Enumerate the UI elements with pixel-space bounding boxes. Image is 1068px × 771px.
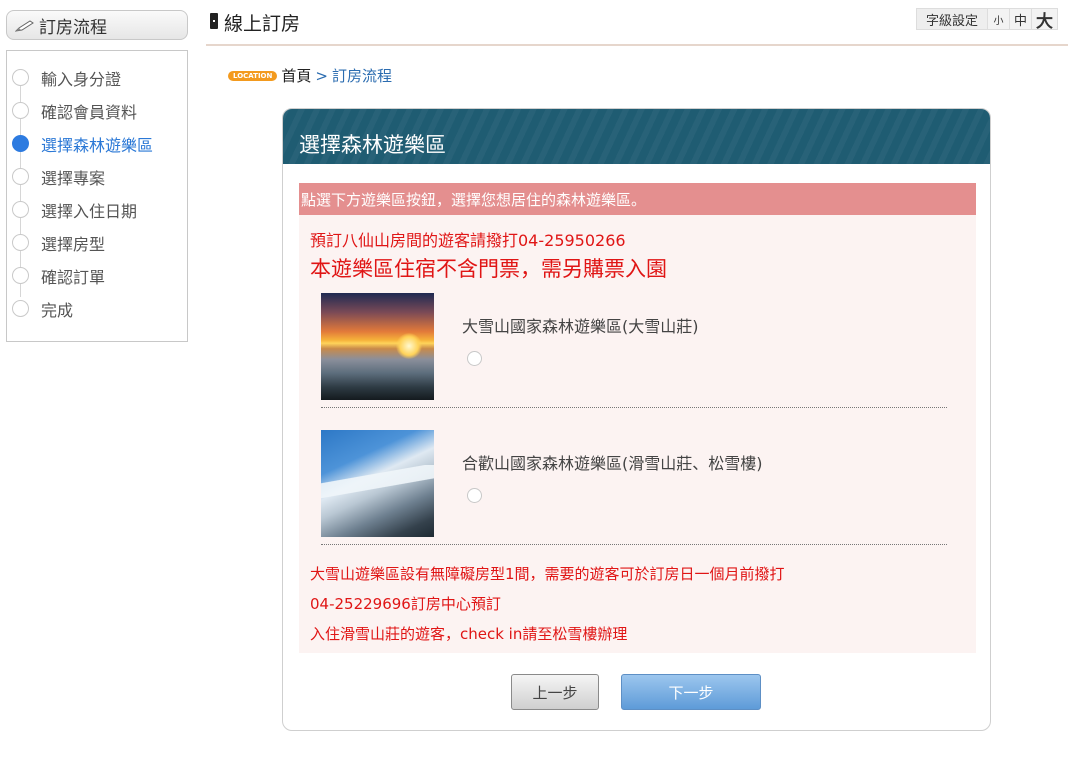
sun-glow (396, 333, 422, 359)
step-item: 選擇專案 (7, 160, 187, 193)
step-label: 完成 (41, 300, 74, 320)
panel-title: 選擇森林遊樂區 (283, 109, 990, 164)
step-circle-icon (12, 300, 29, 317)
dasyueshan-photo (321, 293, 434, 400)
page-title: 線上訂房 (224, 13, 301, 35)
step-label: 輸入身分證 (41, 69, 122, 89)
title-marker-icon (210, 13, 218, 29)
font-medium-button[interactable]: 中 (1009, 9, 1031, 29)
area-radio[interactable] (467, 488, 482, 503)
font-setting-label: 字級設定 (917, 9, 987, 29)
forest-selection-panel: 選擇森林遊樂區 點選下方遊樂區按鈕，選擇您想居住的森林遊樂區。 預訂八仙山房間的… (282, 108, 991, 731)
step-item: 確認訂單 (7, 259, 187, 292)
breadcrumb-separator: > (315, 66, 328, 85)
step-circle-icon (12, 135, 29, 152)
font-small-button[interactable]: 小 (987, 9, 1009, 29)
snow-ridge (321, 465, 434, 505)
step-circle-icon (12, 234, 29, 251)
breadcrumb-home-link[interactable]: 首頁 (281, 65, 311, 86)
step-label: 選擇專案 (41, 168, 106, 188)
step-item: 完成 (7, 292, 187, 325)
area-radio[interactable] (467, 351, 482, 366)
step-item: 輸入身分證 (7, 61, 187, 94)
pencil-icon (14, 18, 35, 32)
location-badge: LOCATION (228, 70, 278, 81)
step-circle-icon (12, 102, 29, 119)
step-item: 選擇入住日期 (7, 193, 187, 226)
booking-center-note: 04-25229696訂房中心預訂 (310, 595, 501, 613)
step-circle-icon (12, 267, 29, 284)
area-name: 大雪山國家森林遊樂區(大雪山莊) (462, 317, 699, 336)
booking-flow-sidebar: 訂房流程 輸入身分證 確認會員資料 選擇森林遊樂區 選擇專案 選擇入住日期 選擇… (6, 10, 188, 342)
step-circle-icon (12, 201, 29, 218)
accessibility-note: 大雪山遊樂區設有無障礙房型1間，需要的遊客可於訂房日一個月前撥打 (310, 565, 785, 583)
area-name: 合歡山國家森林遊樂區(滑雪山莊、松雪樓) (462, 454, 763, 473)
step-circle-icon (12, 69, 29, 86)
step-item-current: 選擇森林遊樂區 (7, 127, 187, 160)
ticket-notice: 本遊樂區住宿不含門票，需另購票入園 (310, 257, 667, 281)
step-item: 確認會員資料 (7, 94, 187, 127)
checkin-note: 入住滑雪山莊的遊客，check in請至松雪樓辦理 (310, 625, 628, 643)
step-label: 確認會員資料 (41, 102, 138, 122)
area-option-dasyueshan[interactable]: 大雪山國家森林遊樂區(大雪山莊) (321, 293, 947, 408)
sidebar-header: 訂房流程 (6, 10, 188, 40)
font-large-button[interactable]: 大 (1031, 9, 1057, 32)
hehuanshan-photo (321, 430, 434, 537)
prev-step-button[interactable]: 上一步 (511, 674, 599, 710)
step-label: 選擇入住日期 (41, 201, 138, 221)
area-option-hehuanshan[interactable]: 合歡山國家森林遊樂區(滑雪山莊、松雪樓) (321, 430, 947, 545)
breadcrumb-current-link[interactable]: 訂房流程 (332, 65, 392, 86)
sidebar-title: 訂房流程 (39, 17, 107, 38)
step-list: 輸入身分證 確認會員資料 選擇森林遊樂區 選擇專案 選擇入住日期 選擇房型 確認… (6, 50, 188, 342)
breadcrumb: LOCATION 首頁 > 訂房流程 (228, 65, 392, 86)
panel-body: 點選下方遊樂區按鈕，選擇您想居住的森林遊樂區。 預訂八仙山房間的遊客請撥打04-… (299, 183, 976, 653)
instruction-notice: 點選下方遊樂區按鈕，選擇您想居住的森林遊樂區。 (299, 183, 976, 215)
page-header: 線上訂房 字級設定 小 中 大 (206, 0, 1068, 46)
next-step-button[interactable]: 下一步 (621, 674, 761, 710)
step-label: 確認訂單 (41, 267, 106, 287)
step-item: 選擇房型 (7, 226, 187, 259)
step-label: 選擇森林遊樂區 (41, 135, 154, 155)
phone-notice: 預訂八仙山房間的遊客請撥打04-25950266 (310, 231, 626, 250)
font-size-control: 字級設定 小 中 大 (916, 8, 1058, 32)
step-circle-icon (12, 168, 29, 185)
step-label: 選擇房型 (41, 234, 106, 254)
